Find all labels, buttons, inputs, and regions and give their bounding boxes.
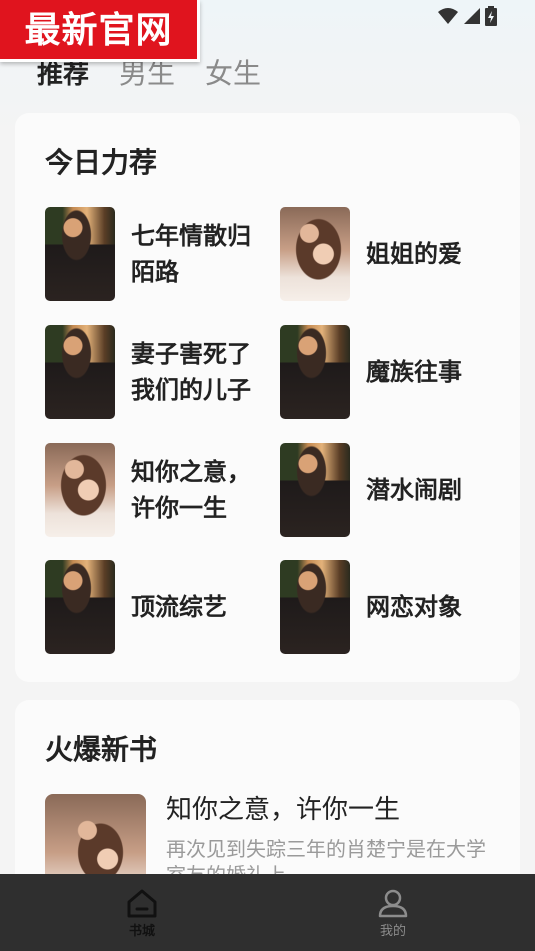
book-item[interactable]: 姐姐的爱 bbox=[280, 207, 505, 301]
tab-female[interactable]: 女生 bbox=[205, 52, 261, 92]
book-title: 顶流综艺 bbox=[131, 593, 227, 621]
battery-icon bbox=[485, 6, 497, 26]
nav-bookstore-label: 书城 bbox=[128, 924, 155, 939]
status-icons bbox=[437, 6, 497, 26]
book-cover bbox=[45, 560, 115, 654]
book-cover bbox=[280, 443, 350, 537]
book-cover bbox=[280, 207, 350, 301]
signal-icon bbox=[464, 8, 480, 24]
hot-new-title: 火爆新书 bbox=[45, 733, 158, 766]
nav-profile[interactable]: 我的 bbox=[363, 888, 423, 939]
book-cover bbox=[45, 325, 115, 419]
book-cover bbox=[45, 443, 115, 537]
book-title: 知你之意，许你一生 bbox=[131, 458, 251, 522]
book-title: 魔族往事 bbox=[366, 358, 462, 386]
home-icon bbox=[127, 889, 157, 918]
featured-book-title: 知你之意，许你一生 bbox=[166, 795, 401, 825]
book-title: 姐姐的爱 bbox=[366, 240, 462, 268]
book-cover bbox=[280, 325, 350, 419]
today-picks-card: 今日力荐 七年情散归陌路 姐姐的爱 妻子害死了我们的儿子 魔族往事 知你之意，许… bbox=[15, 113, 520, 682]
book-item[interactable]: 七年情散归陌路 bbox=[45, 207, 270, 301]
book-cover bbox=[280, 560, 350, 654]
book-title: 七年情散归陌路 bbox=[131, 222, 251, 286]
book-title: 潜水闹剧 bbox=[366, 476, 462, 504]
book-item[interactable]: 知你之意，许你一生 bbox=[45, 443, 270, 537]
book-title: 网恋对象 bbox=[366, 593, 462, 621]
book-item[interactable]: 魔族往事 bbox=[280, 325, 505, 419]
wifi-icon bbox=[438, 8, 458, 24]
book-cover bbox=[45, 207, 115, 301]
promo-badge[interactable]: 最新官网 bbox=[0, 0, 200, 62]
nav-profile-label: 我的 bbox=[379, 924, 406, 939]
book-item[interactable]: 妻子害死了我们的儿子 bbox=[45, 325, 270, 419]
today-picks-title: 今日力荐 bbox=[45, 146, 158, 179]
user-icon bbox=[378, 889, 408, 918]
nav-bookstore[interactable]: 书城 bbox=[112, 888, 172, 939]
book-title: 妻子害死了我们的儿子 bbox=[131, 340, 251, 404]
bottom-nav: 书城 我的 bbox=[0, 874, 535, 951]
book-item[interactable]: 潜水闹剧 bbox=[280, 443, 505, 537]
book-item[interactable]: 顶流综艺 bbox=[45, 560, 270, 654]
book-item[interactable]: 网恋对象 bbox=[280, 560, 505, 654]
